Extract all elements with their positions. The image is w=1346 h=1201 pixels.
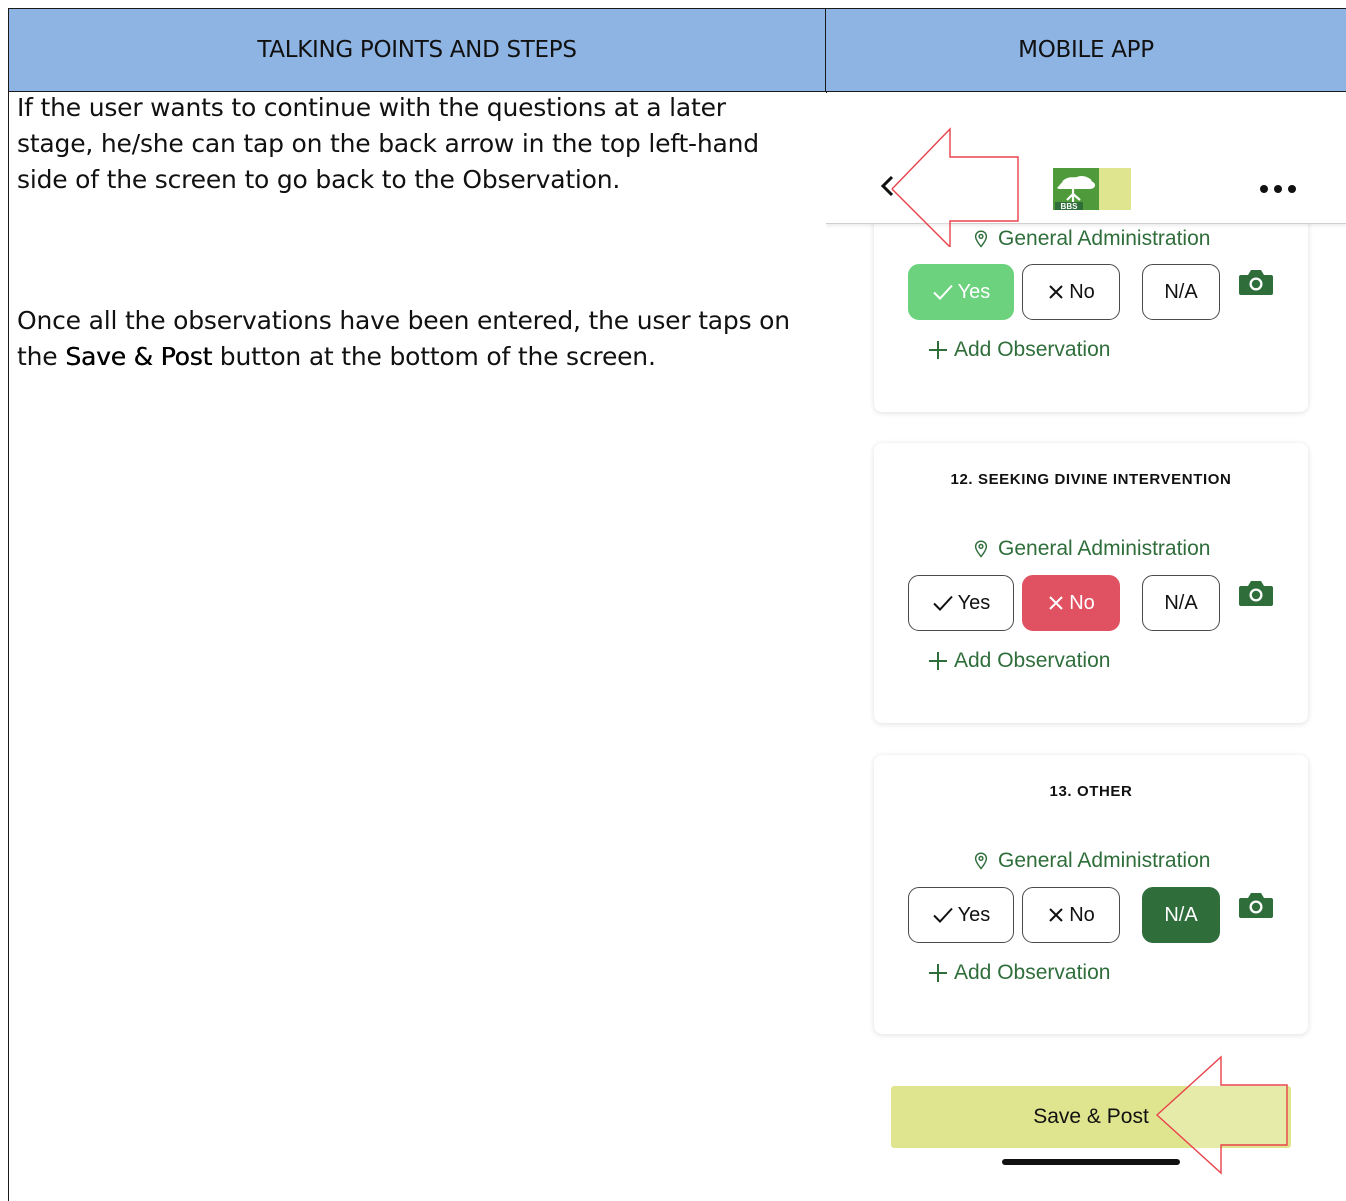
add-observation-label: Add Observation — [954, 961, 1111, 984]
talking-point-back-arrow: If the user wants to continue with the q… — [17, 93, 759, 194]
na-button[interactable]: N/A — [1142, 264, 1220, 320]
location-text: General Administration — [998, 537, 1211, 560]
add-observation-link[interactable]: Add Observation — [928, 649, 1110, 673]
na-label: N/A — [1164, 591, 1198, 614]
no-button[interactable]: No — [1022, 887, 1120, 943]
no-button[interactable]: No — [1022, 264, 1120, 320]
mobile-app-screenshot: General Administration Yes No N/A Add Ob… — [826, 93, 1346, 1201]
talking-point-save-post: Once all the observations have been ente… — [17, 303, 807, 375]
check-icon — [932, 284, 953, 300]
location-pin-icon — [974, 540, 988, 558]
card-title: 13. OTHER — [1049, 783, 1133, 800]
para2-text-end: button at the bottom of the screen. — [212, 342, 656, 371]
annotation-arrow-icon — [1155, 1055, 1288, 1175]
table-left-border — [8, 92, 9, 1201]
logo-text: BBS — [1061, 202, 1079, 211]
cross-icon — [1049, 908, 1063, 922]
na-button[interactable]: N/A — [1142, 887, 1220, 943]
location-pin-icon — [974, 852, 988, 870]
observation-card-12: 12. SEEKING DIVINE INTERVENTION General … — [874, 443, 1308, 723]
na-label: N/A — [1164, 280, 1198, 303]
check-icon — [932, 595, 953, 611]
bbs-logo: BBS — [1053, 168, 1131, 211]
card-title: 12. SEEKING DIVINE INTERVENTION — [950, 471, 1232, 488]
cross-icon — [1049, 285, 1063, 299]
no-label: No — [1069, 903, 1095, 926]
add-observation-link[interactable]: Add Observation — [928, 961, 1110, 985]
check-icon — [932, 907, 953, 923]
plus-icon — [929, 964, 947, 982]
add-observation-label: Add Observation — [954, 649, 1111, 672]
add-observation-label: Add Observation — [954, 338, 1111, 361]
location-text: General Administration — [998, 849, 1211, 872]
na-label: N/A — [1164, 903, 1198, 926]
camera-icon[interactable] — [1238, 579, 1274, 607]
no-label: No — [1069, 591, 1095, 614]
yes-label: Yes — [957, 280, 991, 303]
no-label: No — [1069, 280, 1095, 303]
para2-bold-save-post: Save & Post — [65, 342, 213, 371]
yes-label: Yes — [957, 591, 991, 614]
yes-label: Yes — [957, 903, 991, 926]
location-label: General Administration — [974, 537, 1210, 561]
camera-icon[interactable] — [1238, 891, 1274, 919]
plus-icon — [929, 341, 947, 359]
cross-icon — [1049, 596, 1063, 610]
plus-icon — [929, 652, 947, 670]
annotation-arrow-icon — [891, 127, 1019, 247]
yes-button[interactable]: Yes — [908, 264, 1014, 320]
table-header-mobile-app: MOBILE APP — [825, 8, 1346, 92]
table-header-talking-points: TALKING POINTS AND STEPS — [8, 8, 826, 92]
camera-icon[interactable] — [1238, 268, 1274, 296]
location-text: General Administration — [998, 227, 1211, 250]
yes-button[interactable]: Yes — [908, 575, 1014, 631]
observation-card-13: 13. OTHER General Administration Yes No … — [874, 755, 1308, 1034]
no-button[interactable]: No — [1022, 575, 1120, 631]
more-dots-icon[interactable] — [1258, 183, 1298, 195]
yes-button[interactable]: Yes — [908, 887, 1014, 943]
add-observation-link[interactable]: Add Observation — [928, 338, 1110, 362]
location-label: General Administration — [974, 849, 1210, 873]
na-button[interactable]: N/A — [1142, 575, 1220, 631]
